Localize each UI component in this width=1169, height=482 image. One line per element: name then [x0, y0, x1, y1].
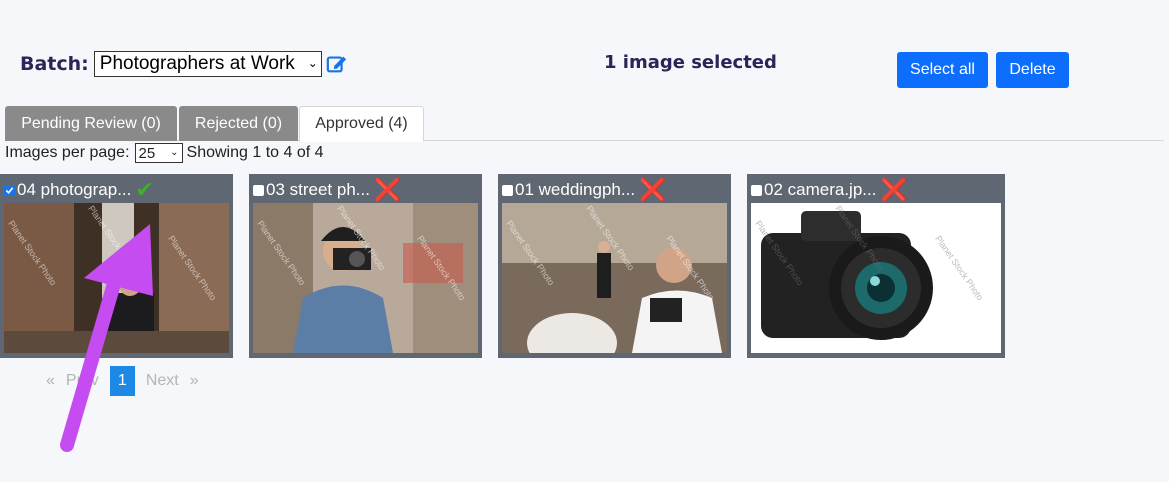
- tab-approved[interactable]: Approved (4): [299, 106, 424, 142]
- pagination-last[interactable]: »: [190, 372, 199, 390]
- image-thumbnail[interactable]: Planet Stock Photo Planet Stock Photo Pl…: [253, 203, 478, 353]
- per-page-select[interactable]: 25 ⌄: [134, 143, 183, 163]
- chevron-down-icon: ⌄: [170, 147, 179, 158]
- image-card[interactable]: 01 weddingph... ❌ Planet Stock Photo Pla…: [498, 174, 731, 358]
- pagination: « Prev 1 Next »: [46, 366, 199, 396]
- image-title: 01 weddingph...: [515, 180, 636, 199]
- image-checkbox[interactable]: [253, 184, 264, 196]
- check-icon[interactable]: ✔: [135, 177, 153, 203]
- cross-icon[interactable]: ❌: [639, 177, 666, 203]
- image-card[interactable]: 02 camera.jp... ❌ Planet Stock Photo Pla…: [747, 174, 1005, 358]
- image-card-header: 01 weddingph... ❌: [502, 177, 727, 203]
- batch-label: Batch:: [20, 53, 89, 75]
- cross-icon[interactable]: ❌: [374, 177, 401, 203]
- tab-pending-review[interactable]: Pending Review (0): [5, 106, 177, 141]
- per-page-label: Images per page:: [5, 144, 130, 161]
- cross-icon[interactable]: ❌: [880, 177, 907, 203]
- image-card-header: 03 street ph... ❌: [253, 177, 478, 203]
- image-thumbnail[interactable]: Planet Stock Photo Planet Stock Photo Pl…: [751, 203, 1001, 353]
- image-checkbox[interactable]: [751, 184, 762, 196]
- batch-row: Batch: Photographers at Work ⌄: [20, 51, 348, 77]
- edit-icon[interactable]: [326, 53, 348, 75]
- image-title: 02 camera.jp...: [764, 180, 877, 199]
- per-page-value: 25: [138, 144, 156, 162]
- image-title: 04 photograp...: [17, 180, 132, 199]
- tab-rejected[interactable]: Rejected (0): [179, 106, 298, 141]
- image-checkbox[interactable]: [502, 184, 513, 196]
- image-card[interactable]: 04 photograp... ✔ Planet Stock Photo Pla…: [0, 174, 233, 358]
- image-card[interactable]: 03 street ph... ❌ Planet Stock Photo Pla…: [249, 174, 482, 358]
- pagination-next[interactable]: Next: [146, 372, 179, 390]
- image-title: 03 street ph...: [266, 180, 370, 199]
- pagination-first[interactable]: «: [46, 372, 55, 390]
- selection-status: 1 image selected: [604, 52, 777, 73]
- delete-button[interactable]: Delete: [996, 52, 1069, 88]
- showing-count: Showing 1 to 4 of 4: [186, 144, 324, 161]
- image-checkbox[interactable]: [4, 184, 15, 196]
- select-all-button[interactable]: Select all: [897, 52, 988, 88]
- image-thumbnail[interactable]: Planet Stock Photo Planet Stock Photo Pl…: [502, 203, 727, 353]
- chevron-down-icon: ⌄: [307, 56, 318, 70]
- image-card-header: 02 camera.jp... ❌: [751, 177, 1001, 203]
- batch-select[interactable]: Photographers at Work ⌄: [93, 51, 322, 77]
- review-tabs: Pending Review (0) Rejected (0) Approved…: [5, 106, 1164, 142]
- pagination-prev[interactable]: Prev: [66, 372, 99, 390]
- per-page-row: Images per page: 25 ⌄ Showing 1 to 4 of …: [5, 143, 324, 163]
- image-card-header: 04 photograp... ✔: [4, 177, 229, 203]
- image-thumbnail[interactable]: Planet Stock Photo Planet Stock Photo Pl…: [4, 203, 229, 353]
- batch-select-value: Photographers at Work: [99, 53, 295, 74]
- pagination-page-1[interactable]: 1: [109, 366, 135, 396]
